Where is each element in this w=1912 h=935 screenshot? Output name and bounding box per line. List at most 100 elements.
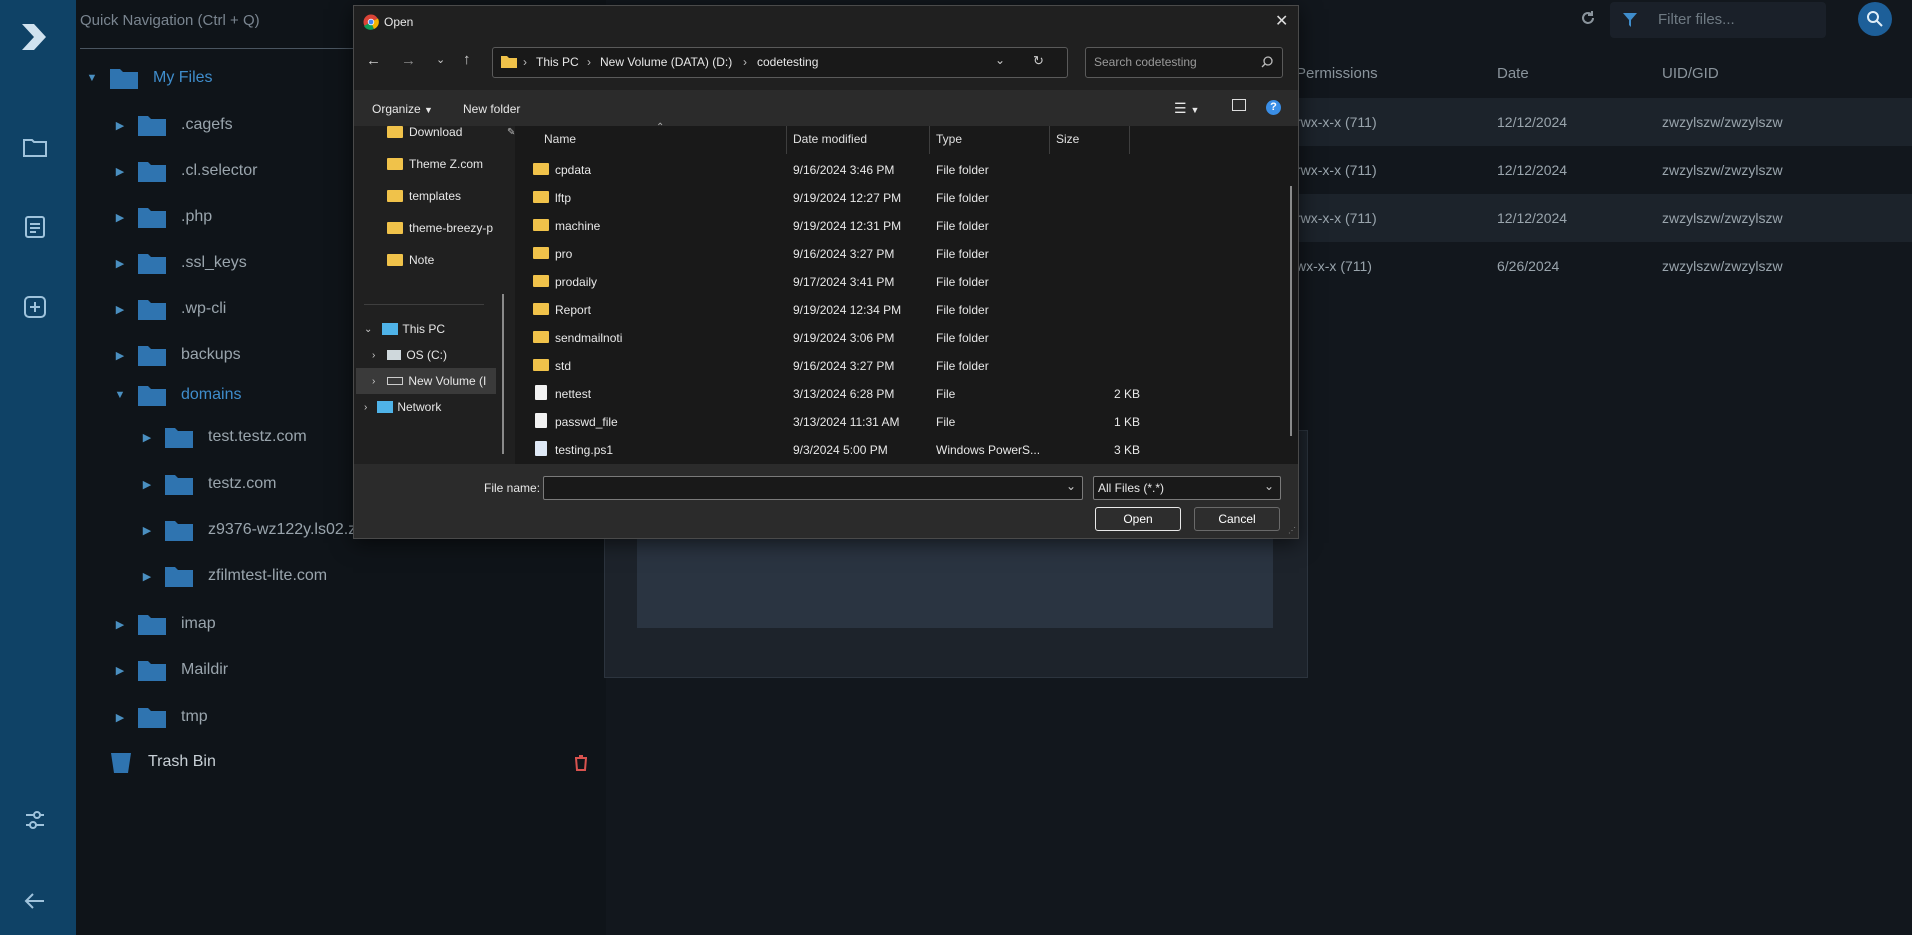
file-row[interactable]: lftp 9/19/2024 12:27 PM File folder: [527, 185, 1287, 213]
chevron-right-icon[interactable]: ▶: [113, 618, 127, 631]
chevron-right-icon[interactable]: ▶: [113, 211, 127, 224]
nav-drive-d[interactable]: › New Volume (I: [356, 368, 496, 394]
tree-item-trash[interactable]: Trash Bin: [110, 747, 216, 777]
chevron-right-icon[interactable]: ▶: [140, 431, 154, 444]
preview-pane-icon[interactable]: [1232, 99, 1246, 111]
chevron-right-icon[interactable]: ▶: [140, 478, 154, 491]
chevron-right-icon[interactable]: ▶: [140, 524, 154, 537]
nav-quick-item[interactable]: Note: [387, 247, 527, 273]
breadcrumb-codetesting[interactable]: codetesting: [757, 55, 818, 69]
chevron-right-icon[interactable]: ›: [372, 376, 375, 387]
cancel-button[interactable]: Cancel: [1194, 507, 1280, 531]
new-folder-button[interactable]: New folder: [463, 102, 520, 116]
chevron-right-icon[interactable]: ▶: [113, 165, 127, 178]
tree-item-domain[interactable]: ▶ testz.com: [140, 469, 276, 499]
resize-grip-icon[interactable]: ⋰: [1288, 526, 1296, 535]
column-header-uid[interactable]: UID/GID: [1662, 65, 1719, 82]
column-header-date[interactable]: Date: [1497, 65, 1529, 82]
recent-locations-chevron-icon[interactable]: ⌄: [436, 53, 445, 66]
nav-quick-item[interactable]: theme-breezy-p: [387, 215, 527, 241]
chevron-right-icon[interactable]: ▶: [113, 257, 127, 270]
chevron-right-icon[interactable]: ▶: [140, 570, 154, 583]
app-logo-icon[interactable]: [18, 20, 52, 54]
tree-item-domain[interactable]: ▶ zfilmtest-lite.com: [140, 561, 327, 591]
breadcrumb-volume[interactable]: New Volume (DATA) (D:): [600, 55, 732, 69]
up-icon[interactable]: ↑: [463, 51, 471, 68]
address-dropdown-icon[interactable]: ⌄: [995, 53, 1005, 67]
chevron-right-icon[interactable]: ▶: [113, 119, 127, 132]
column-size[interactable]: Size: [1056, 132, 1079, 146]
file-row[interactable]: nettest 3/13/2024 6:28 PM File 2 KB: [527, 381, 1287, 409]
nav-drive-c[interactable]: › OS (C:): [372, 342, 512, 368]
address-bar[interactable]: › This PC › New Volume (DATA) (D:) › cod…: [492, 47, 1068, 78]
open-button[interactable]: Open: [1095, 507, 1181, 531]
refresh-icon[interactable]: [1580, 10, 1596, 31]
filter-files-field[interactable]: Filter files...: [1610, 2, 1826, 38]
nav-quick-item[interactable]: Theme Z.com: [387, 151, 527, 177]
tree-item-domain[interactable]: ▶ z9376-wz122y.ls02.zwh: [140, 515, 377, 545]
breadcrumb-this-pc[interactable]: This PC: [536, 55, 579, 69]
file-row[interactable]: cpdata 9/16/2024 3:46 PM File folder: [527, 157, 1287, 185]
nav-this-pc[interactable]: ⌄ This PC: [364, 316, 504, 342]
tree-item[interactable]: ▶ Maildir: [113, 655, 228, 685]
tree-item[interactable]: ▶ imap: [113, 609, 216, 639]
tree-item[interactable]: ▶ .cagefs: [113, 110, 233, 140]
file-row[interactable]: Report 9/19/2024 12:34 PM File folder: [527, 297, 1287, 325]
tree-item[interactable]: ▶ .cl.selector: [113, 156, 257, 186]
refresh-icon[interactable]: ↻: [1033, 53, 1044, 69]
file-row[interactable]: pro 9/16/2024 3:27 PM File folder: [527, 241, 1287, 269]
scrollbar[interactable]: [1290, 186, 1292, 436]
forward-icon[interactable]: →: [401, 52, 416, 69]
tree-item-my-files[interactable]: ▼ My Files: [85, 63, 213, 93]
chevron-down-icon[interactable]: ▼: [113, 389, 127, 401]
tree-item[interactable]: ▶ .wp-cli: [113, 294, 226, 324]
organize-button[interactable]: Organize ▼: [372, 102, 433, 116]
chevron-right-icon[interactable]: ▶: [113, 303, 127, 316]
document-icon[interactable]: [18, 210, 52, 244]
nav-quick-item[interactable]: Download ✎: [387, 119, 527, 145]
chevron-right-icon[interactable]: ▶: [113, 664, 127, 677]
divider[interactable]: [1129, 126, 1130, 154]
file-row[interactable]: passwd_file 3/13/2024 11:31 AM File 1 KB: [527, 409, 1287, 437]
file-row[interactable]: testing.ps1 9/3/2024 5:00 PM Windows Pow…: [527, 437, 1287, 465]
tree-item[interactable]: ▶ tmp: [113, 702, 208, 732]
column-name[interactable]: Name: [544, 132, 576, 146]
file-type-select[interactable]: All Files (*.*) ⌄: [1093, 476, 1281, 500]
tree-item[interactable]: ▶ backups: [113, 340, 241, 370]
back-icon[interactable]: ←: [366, 52, 381, 69]
chevron-down-icon[interactable]: ▼: [85, 72, 99, 84]
chevron-right-icon[interactable]: ›: [364, 402, 367, 413]
scrollbar[interactable]: [502, 294, 504, 454]
tree-item-domain[interactable]: ▶ test.testz.com: [140, 422, 307, 452]
files-icon[interactable]: [18, 130, 52, 164]
chevron-down-icon[interactable]: ⌄: [1066, 479, 1076, 493]
settings-sliders-icon[interactable]: [18, 803, 52, 837]
column-header-permissions[interactable]: Permissions: [1296, 65, 1378, 82]
add-icon[interactable]: [18, 290, 52, 324]
column-type[interactable]: Type: [936, 132, 962, 146]
table-row[interactable]: rwx-x-x (711) 12/12/2024 zwzylszw/zwzyls…: [1296, 146, 1912, 194]
help-icon[interactable]: ?: [1266, 100, 1281, 115]
chevron-right-icon[interactable]: ›: [372, 350, 375, 361]
nav-network[interactable]: › Network: [364, 394, 504, 420]
file-row[interactable]: sendmailnoti 9/19/2024 3:06 PM File fold…: [527, 325, 1287, 353]
tree-item-domains[interactable]: ▼ domains: [113, 380, 241, 410]
quick-navigation-input[interactable]: Quick Navigation (Ctrl + Q): [80, 12, 260, 29]
file-name-input[interactable]: ⌄: [543, 476, 1083, 500]
view-options-icon[interactable]: ☰ ▼: [1174, 100, 1199, 117]
close-icon[interactable]: ✕: [1275, 11, 1288, 31]
tree-item[interactable]: ▶ .ssl_keys: [113, 248, 247, 278]
tree-item[interactable]: ▶ .php: [113, 202, 212, 232]
table-row[interactable]: rwx-x-x (711) 12/12/2024 zwzylszw/zwzyls…: [1296, 98, 1912, 146]
nav-quick-item[interactable]: templates: [387, 183, 527, 209]
search-button[interactable]: [1858, 2, 1892, 36]
chevron-down-icon[interactable]: ⌄: [1264, 479, 1274, 493]
chevron-right-icon[interactable]: ▶: [113, 711, 127, 724]
file-row[interactable]: std 9/16/2024 3:27 PM File folder: [527, 353, 1287, 381]
file-row[interactable]: prodaily 9/17/2024 3:41 PM File folder: [527, 269, 1287, 297]
divider[interactable]: [786, 126, 787, 154]
divider[interactable]: [1049, 126, 1050, 154]
table-row[interactable]: rwx-x-x (711) 12/12/2024 zwzylszw/zwzyls…: [1296, 194, 1912, 242]
file-row[interactable]: machine 9/19/2024 12:31 PM File folder: [527, 213, 1287, 241]
chevron-right-icon[interactable]: ▶: [113, 349, 127, 362]
